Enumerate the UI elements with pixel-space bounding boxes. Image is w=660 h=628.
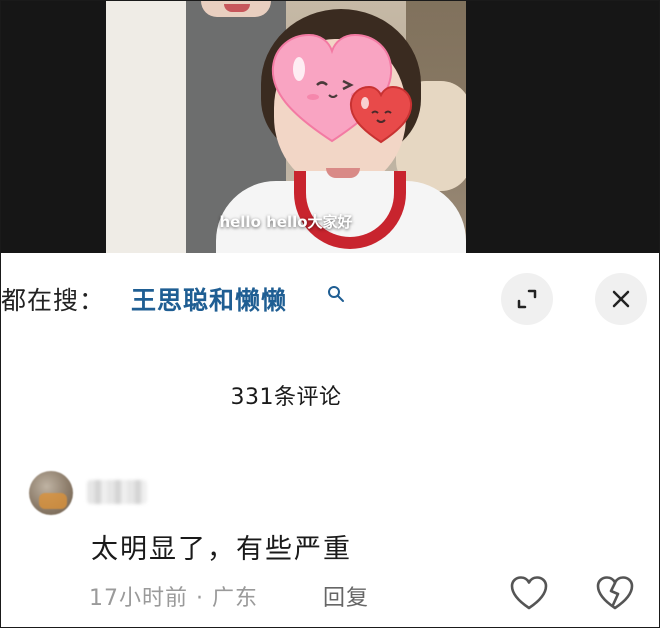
comment-meta: 17小时前 · 广东 — [89, 586, 258, 611]
video-frame[interactable]: hello hello大家好 — [106, 1, 466, 253]
close-button[interactable] — [595, 273, 647, 325]
reply-button[interactable]: 回复 — [323, 580, 369, 612]
comment-text: 太明显了，有些严重 — [91, 534, 352, 565]
heart-sticker-small-icon — [349, 85, 413, 144]
video-caption: hello hello大家好 — [219, 213, 353, 231]
username-blurred[interactable] — [87, 480, 147, 504]
search-prefix: 都在搜： — [1, 286, 106, 315]
heart-outline-icon[interactable] — [509, 575, 549, 611]
broken-heart-icon[interactable] — [595, 575, 635, 611]
expand-button[interactable] — [501, 273, 553, 325]
search-icon[interactable] — [327, 285, 345, 303]
search-keyword-link[interactable]: 王思聪和懒懒 — [131, 281, 287, 317]
search-suggestion-bar[interactable]: 都在搜： 王思聪和懒懒 — [1, 253, 659, 349]
comment-sheet: hello hello大家好 都在搜： 王思聪和懒懒 331条评论 太明显了，有… — [0, 0, 660, 628]
child-mouth — [326, 168, 360, 178]
expand-icon — [517, 289, 537, 309]
avatar[interactable] — [29, 471, 73, 515]
video-player[interactable]: hello hello大家好 — [1, 1, 659, 253]
close-icon — [612, 290, 630, 308]
comment-count: 331条评论 — [230, 385, 342, 410]
adult-lip — [224, 4, 250, 12]
